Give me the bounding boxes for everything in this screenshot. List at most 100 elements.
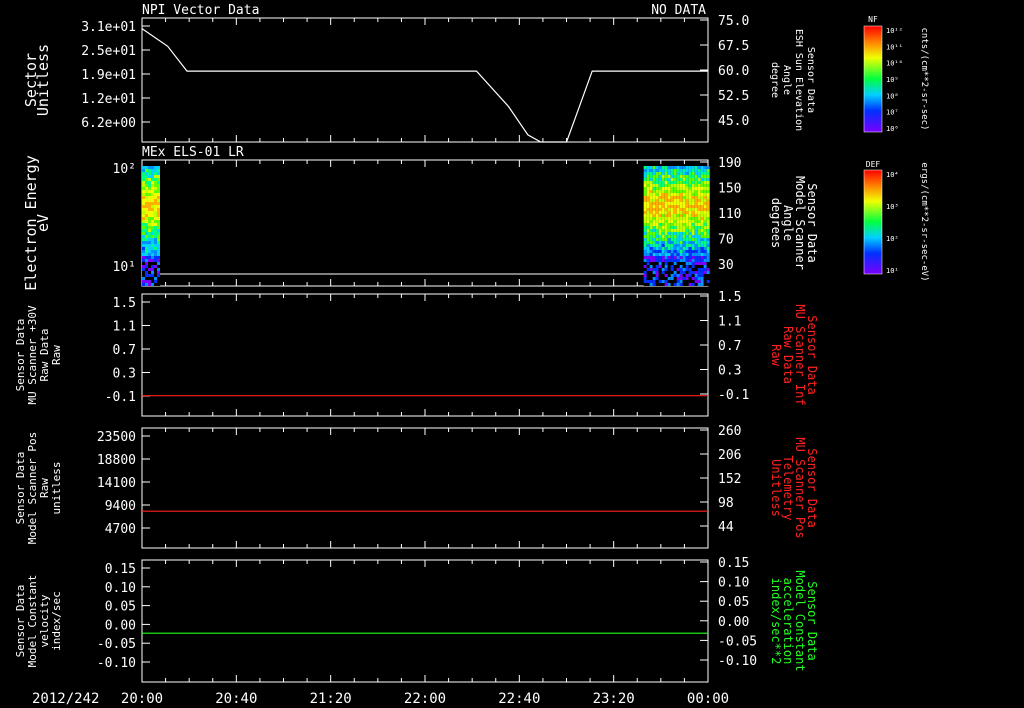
spectrogram-cell bbox=[679, 169, 683, 172]
spectrogram-cell bbox=[658, 178, 662, 181]
spectrogram-cell bbox=[676, 277, 680, 280]
spectrogram-cell bbox=[685, 262, 689, 265]
spectrogram-cell bbox=[691, 235, 695, 238]
spectrogram-cell bbox=[145, 226, 148, 229]
spectrogram-cell bbox=[706, 268, 710, 271]
spectrogram-cell bbox=[643, 187, 647, 190]
spectrogram-cell bbox=[667, 238, 671, 241]
spectrogram-cell bbox=[649, 178, 653, 181]
spectrogram-cell bbox=[658, 268, 662, 271]
spectrogram-cell bbox=[691, 250, 695, 253]
spectrogram-cell bbox=[661, 277, 665, 280]
spectrogram-cell bbox=[691, 196, 695, 199]
spectrogram-cell bbox=[679, 256, 683, 259]
panel4-left-tick-label: 14100 bbox=[97, 476, 136, 491]
spectrogram-cell bbox=[685, 268, 689, 271]
spectrogram-cell bbox=[643, 190, 647, 193]
spectrogram-cell bbox=[694, 223, 698, 226]
panel4-frame bbox=[141, 427, 709, 549]
spectrogram-cell bbox=[658, 175, 662, 178]
spectrogram-cell bbox=[694, 265, 698, 268]
spectrogram-cell bbox=[670, 202, 674, 205]
spectrogram-cell bbox=[142, 274, 145, 277]
spectrogram-cell bbox=[646, 175, 650, 178]
spectrogram-cell bbox=[649, 199, 653, 202]
spectrogram-cell bbox=[694, 178, 698, 181]
spectrogram-cell bbox=[154, 247, 157, 250]
spectrogram-cell bbox=[706, 280, 710, 283]
spectrogram-cell bbox=[655, 274, 659, 277]
spectrogram-cell bbox=[142, 259, 145, 262]
spectrogram-cell bbox=[154, 226, 157, 229]
panel5-left-tick-label: 0.05 bbox=[105, 600, 136, 615]
spectrogram-cell bbox=[685, 220, 689, 223]
spectrogram-cell bbox=[142, 280, 145, 283]
spectrogram-cell bbox=[676, 244, 680, 247]
spectrogram-cell bbox=[697, 268, 701, 271]
spectrogram-cell bbox=[148, 169, 151, 172]
spectrogram-cell bbox=[670, 172, 674, 175]
spectrogram-cell bbox=[658, 262, 662, 265]
spectrogram-cell bbox=[658, 244, 662, 247]
spectrogram-cell bbox=[157, 274, 160, 277]
spectrogram-cell bbox=[676, 235, 680, 238]
spectrogram-cell bbox=[682, 196, 686, 199]
spectrogram-cell bbox=[157, 232, 160, 235]
spectrogram-cell bbox=[694, 262, 698, 265]
spectrogram-cell bbox=[682, 199, 686, 202]
spectrogram-cell bbox=[151, 208, 154, 211]
spectrogram-cell bbox=[157, 181, 160, 184]
date-label: 2012/242 bbox=[32, 691, 99, 707]
spectrogram-cell bbox=[655, 196, 659, 199]
spectrogram-cell bbox=[697, 223, 701, 226]
spectrogram-cell bbox=[679, 166, 683, 169]
spectrogram-cell bbox=[676, 247, 680, 250]
spectrogram-cell bbox=[664, 190, 668, 193]
spectrogram-cell bbox=[649, 232, 653, 235]
colorbar-bottom-tick-label: 10³ bbox=[886, 203, 899, 211]
spectrogram-cell bbox=[703, 223, 707, 226]
spectrogram-cell bbox=[676, 190, 680, 193]
spectrogram-cell bbox=[685, 199, 689, 202]
spectrogram-cell bbox=[148, 178, 151, 181]
spectrogram-cell bbox=[679, 217, 683, 220]
spectrogram-cell bbox=[685, 280, 689, 283]
spectrogram-cell bbox=[694, 199, 698, 202]
spectrogram-cell bbox=[667, 283, 671, 286]
colorbar-top-tick-label: 10⁷ bbox=[886, 109, 899, 117]
spectrogram-cell bbox=[706, 178, 710, 181]
spectrogram-cell bbox=[151, 244, 154, 247]
spectrogram-cell bbox=[679, 193, 683, 196]
spectrogram-cell bbox=[685, 202, 689, 205]
spectrogram-cell bbox=[157, 199, 160, 202]
spectrogram-cell bbox=[655, 259, 659, 262]
spectrogram-cell bbox=[646, 238, 650, 241]
spectrogram-cell bbox=[676, 226, 680, 229]
spectrogram-cell bbox=[157, 238, 160, 241]
spectrogram-cell bbox=[643, 214, 647, 217]
time-tick-label: 22:00 bbox=[404, 691, 446, 707]
spectrogram-cell bbox=[676, 172, 680, 175]
spectrogram-cell bbox=[154, 283, 157, 286]
spectrogram-cell bbox=[673, 280, 677, 283]
spectrogram-cell bbox=[151, 241, 154, 244]
panel1-left-tick-label: 1.2e+01 bbox=[81, 92, 136, 107]
spectrogram-cell bbox=[142, 181, 145, 184]
spectrogram-cell bbox=[157, 283, 160, 286]
spectrogram-cell bbox=[157, 205, 160, 208]
spectrogram-cell bbox=[691, 232, 695, 235]
spectrogram-cell bbox=[688, 169, 692, 172]
spectrogram-cell bbox=[151, 262, 154, 265]
spectrogram-cell bbox=[154, 187, 157, 190]
spectrogram-cell bbox=[154, 271, 157, 274]
spectrogram-cell bbox=[661, 193, 665, 196]
spectrogram-cell bbox=[685, 181, 689, 184]
spectrogram-cell bbox=[154, 196, 157, 199]
spectrogram-cell bbox=[658, 205, 662, 208]
spectrogram-cell bbox=[658, 199, 662, 202]
spectrogram-cell bbox=[667, 208, 671, 211]
spectrogram-cell bbox=[142, 184, 145, 187]
time-tick-label: 20:00 bbox=[121, 691, 163, 707]
spectrogram-cell bbox=[643, 256, 647, 259]
spectrogram-cell bbox=[670, 277, 674, 280]
